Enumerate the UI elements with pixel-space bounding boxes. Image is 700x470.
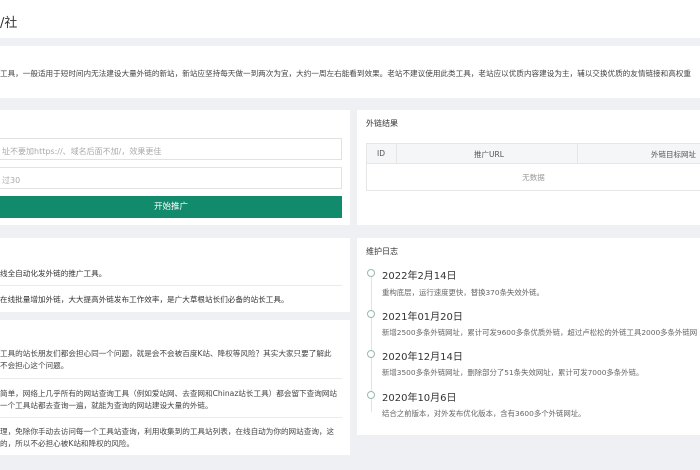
timeline-desc: 新增2500多条外链网址，累计可发9600多条优质外链，超过卢松松的外链工具20… <box>382 328 698 337</box>
column-divider <box>396 144 397 164</box>
feature-item: 在线批量增加外链，大大提高外链发布工作效率，是广大草根站长们必备的站长工具。 <box>0 295 289 304</box>
feature-item: 线全自动化发外链的推广工具。 <box>0 269 107 278</box>
faq-line: 简单，网络上几乎所有的网站查询工具（例如爱站网、去查网和Chinaz站长工具）都… <box>0 389 338 398</box>
url-input[interactable] <box>0 141 341 162</box>
empty-state-text: 无数据 <box>522 173 545 182</box>
timeline-desc: 结合之前版本，对外发布优化版本，含有3600多个外链网址。 <box>382 409 586 418</box>
divider <box>0 417 342 418</box>
faq-line: 一个工具站都去查询一遍，就能为查询的网站建设大量的外链。 <box>0 401 213 410</box>
count-field[interactable] <box>0 167 342 191</box>
column-header-url: 推广URL <box>474 150 504 159</box>
timeline-dot-icon <box>367 310 375 318</box>
count-input[interactable] <box>0 170 341 191</box>
notice-card: 工具，一般适用于短时间内无法建设大量外链的新站，新站应坚持每天做一到两次为宜，大… <box>0 46 700 98</box>
results-table: ID 推广URL 外链目标网址 无数据 <box>366 143 700 191</box>
divider <box>0 285 342 286</box>
timeline-dot-icon <box>367 350 375 358</box>
timeline-date: 2021年01月20日 <box>382 312 463 323</box>
faq-line: 不会担心这个问题。 <box>0 361 69 370</box>
url-field[interactable] <box>0 138 342 162</box>
timeline-desc: 新增3500多条外链网址，删除部分了51条失效网址，累计可发7000多条外链。 <box>382 368 644 377</box>
faq-line: 理，免除你手动去访问每一个工具站查询，利用收集到的工具站列表，在线自动为你的网站… <box>0 427 335 436</box>
column-header-target: 外链目标网址 <box>651 150 696 159</box>
timeline-desc: 重构底层，运行速度更快，替换370条失效外链。 <box>382 288 544 297</box>
timeline-date: 2020年12月14日 <box>382 352 463 363</box>
results-table-header: ID 推广URL 外链目标网址 <box>367 144 700 164</box>
divider <box>0 378 342 379</box>
timeline-dot-icon <box>367 391 375 399</box>
top-bar: /社 <box>0 0 700 38</box>
notice-text: 工具，一般适用于短时间内无法建设大量外链的新站，新站应坚持每天做一到两次为宜，大… <box>0 69 692 78</box>
changelog-title: 维护日志 <box>366 247 398 256</box>
timeline-date: 2022年2月14日 <box>382 271 457 282</box>
timeline-dot-icon <box>367 269 375 277</box>
column-header-id: ID <box>377 149 385 158</box>
page-title: /社 <box>0 16 18 31</box>
faq-line: 的，所以不必担心被K站和降权的风险。 <box>0 439 135 448</box>
column-divider <box>577 144 578 164</box>
faq-line: 工具的站长朋友们都会担心同一个问题，就是会不会被百度K站、降权等风险？其实大家只… <box>0 349 332 358</box>
start-promotion-button[interactable]: 开始推广 <box>0 196 342 218</box>
timeline-date: 2020年10月6日 <box>382 393 457 404</box>
results-title: 外链结果 <box>366 119 398 128</box>
